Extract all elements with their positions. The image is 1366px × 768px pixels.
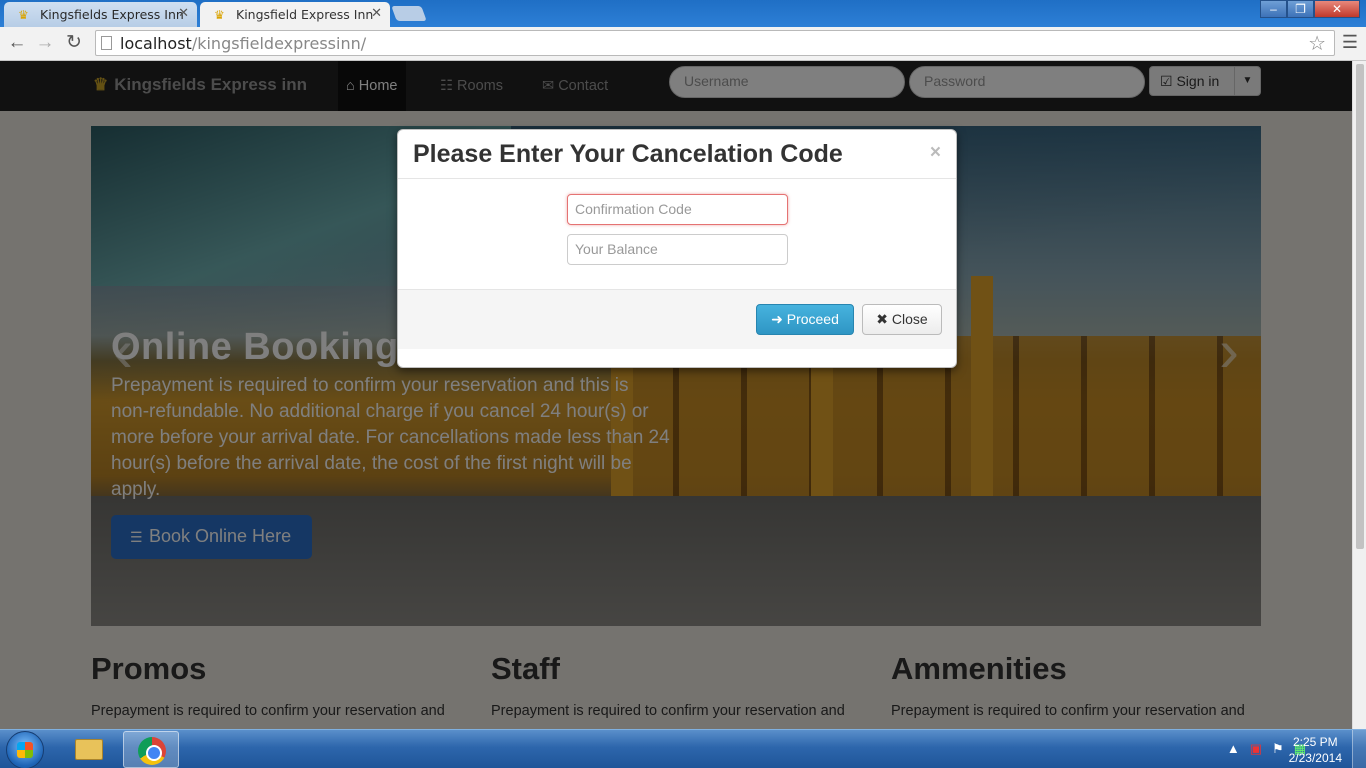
page-scrollbar[interactable] [1352,61,1366,729]
window-controls: – ❐ ✕ [1260,0,1360,18]
window-close-icon[interactable]: ✕ [1314,0,1360,18]
start-button[interactable] [6,731,44,768]
cancellation-modal: Please Enter Your Cancelation Code × Con… [397,129,957,368]
minimize-icon[interactable]: – [1260,0,1287,18]
url-host: localhost [120,34,192,53]
close-button[interactable]: ✖ Close [862,304,942,335]
forward-arrow-icon[interactable]: → [33,31,57,55]
folder-icon [75,739,103,760]
proceed-label: Proceed [786,311,839,327]
reload-icon[interactable]: ↻ [62,31,86,55]
taskbar-chrome[interactable] [123,731,179,768]
confirmation-code-input[interactable]: Confirmation Code [567,194,788,225]
clock-time: 2:25 PM [1292,735,1338,749]
balance-input[interactable]: Your Balance [567,234,788,265]
crown-favicon-icon: ♛ [18,8,29,22]
browser-tabstrip: ♛ Kingsfields Express Inn ✕ ♛ Kingsfield… [0,0,1366,27]
proceed-button[interactable]: ➜ Proceed [756,304,854,335]
tab-close-icon[interactable]: ✕ [178,6,189,21]
action-center-flag-icon[interactable]: ⚑ [1272,741,1284,757]
close-label: Close [891,311,928,327]
new-tab-button[interactable] [391,6,427,21]
tab-title: Kingsfields Express Inn [40,7,184,22]
modal-body: Confirmation Code Your Balance [398,179,956,289]
show-desktop-button[interactable] [1352,730,1366,768]
address-bar[interactable]: localhost/kingsfieldexpressinn/ ☆ [95,30,1335,56]
taskbar-explorer[interactable] [60,731,116,768]
bookmark-star-icon[interactable]: ☆ [1308,31,1326,55]
back-arrow-icon[interactable]: ← [5,31,29,55]
chrome-menu-icon[interactable]: ☰ [1342,32,1358,53]
chrome-icon [138,737,166,765]
modal-footer: ➜ Proceed ✖ Close [398,289,956,349]
browser-tab-1[interactable]: ♛ Kingsfields Express Inn ✕ [4,2,197,27]
arrow-right-icon: ➜ [771,311,787,327]
browser-toolbar: ← → ↻ localhost/kingsfieldexpressinn/ ☆ … [0,27,1366,61]
maximize-icon[interactable]: ❐ [1287,0,1314,18]
tray-expand-icon[interactable]: ▲ [1227,741,1240,757]
tab-close-icon[interactable]: ✕ [371,6,382,21]
taskbar-clock[interactable]: 2:25 PM 2/23/2014 [1289,734,1342,766]
tray-app-icon[interactable]: ▣ [1250,741,1262,757]
modal-close-icon[interactable]: × [930,142,941,164]
modal-title: Please Enter Your Cancelation Code [413,140,843,168]
tab-title: Kingsfield Express Inn [236,7,374,22]
crown-favicon-icon: ♛ [214,8,225,22]
page-icon [101,36,112,50]
windows-taskbar: ▲ ▣ ⚑ ▦ 2:25 PM 2/23/2014 [0,729,1366,768]
x-icon: ✖ [876,311,892,327]
url-path: /kingsfieldexpressinn/ [191,34,367,53]
windows-logo-icon [17,742,33,758]
browser-tab-2[interactable]: ♛ Kingsfield Express Inn ✕ [200,2,390,27]
scrollbar-thumb[interactable] [1356,64,1364,549]
clock-date: 2/23/2014 [1288,751,1342,765]
modal-header: Please Enter Your Cancelation Code × [398,130,956,179]
